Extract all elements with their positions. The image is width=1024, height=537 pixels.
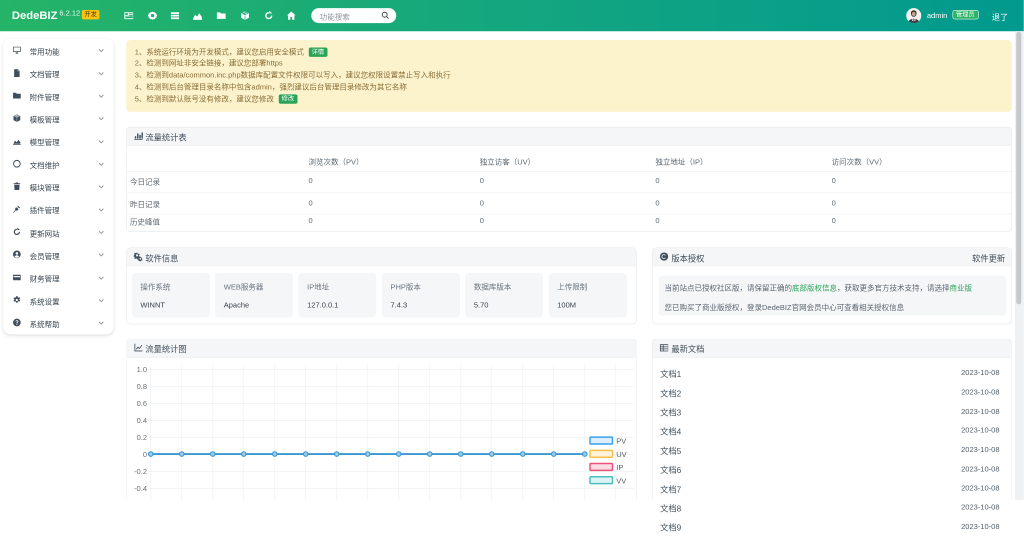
svg-text:UV: UV xyxy=(616,450,626,459)
svg-text:0.8: 0.8 xyxy=(136,382,146,391)
svg-text:VV: VV xyxy=(616,476,626,485)
svg-text:0.2: 0.2 xyxy=(136,433,146,442)
svg-text:0.4: 0.4 xyxy=(136,416,146,425)
svg-text:1.0: 1.0 xyxy=(136,365,146,374)
svg-text:IP: IP xyxy=(616,463,623,472)
svg-text:PV: PV xyxy=(616,436,626,445)
svg-text:0.6: 0.6 xyxy=(136,399,146,408)
svg-text:0: 0 xyxy=(143,450,147,459)
svg-text:-0.2: -0.2 xyxy=(134,466,147,475)
svg-text:-0.4: -0.4 xyxy=(134,483,147,492)
